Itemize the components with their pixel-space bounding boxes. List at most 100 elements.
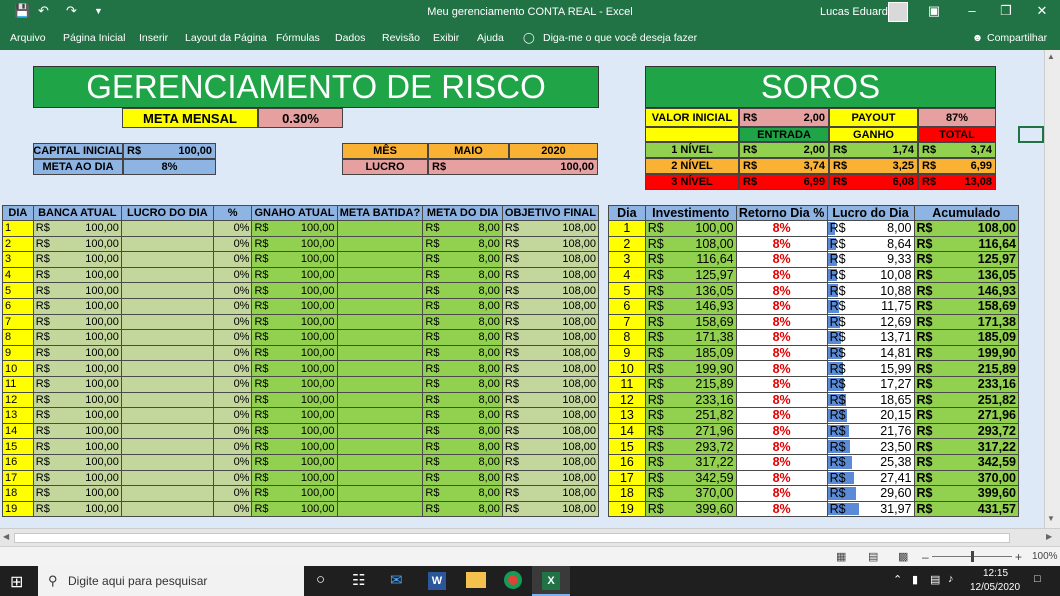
zoom-slider-handle[interactable] [971,551,974,562]
objetivo-cell[interactable]: R$ 108,00 [501,391,600,409]
objetivo-cell[interactable]: R$ 108,00 [501,407,600,424]
banca-cell[interactable]: R$ 100,00 [32,469,122,487]
lucro-dia-cell[interactable]: R$ 15,99 [826,360,915,377]
header-lucro-dia[interactable]: LUCRO DO DIA [120,205,214,221]
dia-cell[interactable]: 18 [608,485,646,502]
meta-dia-cell[interactable]: R$ 8,00 [422,297,503,315]
header-lucro-dia[interactable]: Lucro do Dia [826,205,915,221]
banca-cell[interactable]: R$ 100,00 [32,407,122,424]
meta-batida-cell[interactable] [336,407,424,424]
dia-cell[interactable]: 11 [608,375,646,393]
meta-batida-cell[interactable] [336,251,424,268]
banca-cell[interactable]: R$ 100,00 [32,220,122,237]
lucro-cell[interactable] [120,329,214,346]
header-ganho-atual[interactable]: GNAHO ATUAL [251,205,338,221]
banca-cell[interactable]: R$ 100,00 [32,266,122,284]
day-cell[interactable]: 4 [2,266,34,284]
dia-cell[interactable]: 3 [608,251,646,268]
lucro-cell[interactable] [120,391,214,409]
ganho-cell[interactable]: R$ 100,00 [251,375,338,393]
investimento-cell[interactable]: R$ 146,93 [644,297,737,315]
meta-dia-cell[interactable]: R$ 8,00 [422,266,503,284]
retorno-cell[interactable]: 8% [735,453,828,471]
dia-cell[interactable]: 17 [608,469,646,487]
share-button[interactable]: Compartilhar [987,32,1047,44]
percent-cell[interactable]: 0% [212,360,253,377]
acumulado-cell[interactable]: R$ 431,57 [913,500,1019,518]
objetivo-cell[interactable]: R$ 108,00 [501,438,600,455]
ganho-cell[interactable]: R$ 100,00 [251,235,338,253]
investimento-cell[interactable]: R$ 215,89 [644,375,737,393]
tray-chevron-icon[interactable]: ⌃ [893,573,902,586]
percent-cell[interactable]: 0% [212,375,253,393]
tab-inserir[interactable]: Inserir [139,32,168,44]
objetivo-cell[interactable]: R$ 108,00 [501,485,600,502]
taskbar-search[interactable]: ⚲ Digite aqui para pesquisar [38,566,304,596]
meta-dia-cell[interactable]: R$ 8,00 [422,438,503,455]
objetivo-cell[interactable]: R$ 108,00 [501,313,600,331]
investimento-cell[interactable]: R$ 108,00 [644,235,737,253]
day-cell[interactable]: 19 [2,500,34,518]
investimento-cell[interactable]: R$ 199,90 [644,360,737,377]
investimento-cell[interactable]: R$ 317,22 [644,453,737,471]
tab-dados[interactable]: Dados [335,32,365,44]
retorno-cell[interactable]: 8% [735,500,828,518]
investimento-cell[interactable]: R$ 100,00 [644,220,737,237]
banca-cell[interactable]: R$ 100,00 [32,391,122,409]
meta-batida-cell[interactable] [336,266,424,284]
dia-cell[interactable]: 13 [608,407,646,424]
tell-me-search[interactable]: Diga-me o que você deseja fazer [543,32,697,44]
acumulado-cell[interactable]: R$ 271,96 [913,407,1019,424]
worksheet[interactable]: GERENCIAMENTO DE RISCO META MENSAL 0.30%… [0,50,1060,528]
lucro-dia-cell[interactable]: R$ 8,00 [826,220,915,237]
ganho-cell[interactable]: R$ 100,00 [251,329,338,346]
ribbon-display-icon[interactable]: ▣ [922,3,946,19]
meta-dia-cell[interactable]: R$ 8,00 [422,407,503,424]
dia-cell[interactable]: 8 [608,329,646,346]
header-acumulado[interactable]: Acumulado [913,205,1019,221]
tab-formulas[interactable]: Fórmulas [276,32,320,44]
capital-inicial-value[interactable]: R$ 100,00 [123,143,216,159]
meta-dia-cell[interactable]: R$ 8,00 [422,485,503,502]
tab-ajuda[interactable]: Ajuda [477,32,504,44]
meta-dia-cell[interactable]: R$ 8,00 [422,453,503,471]
header-dia[interactable]: Dia [608,205,646,221]
retorno-cell[interactable]: 8% [735,220,828,237]
minimize-icon[interactable]: – [960,3,984,18]
acumulado-cell[interactable]: R$ 293,72 [913,422,1019,440]
lucro-dia-cell[interactable]: R$ 11,75 [826,297,915,315]
dia-cell[interactable]: 16 [608,453,646,471]
ganho-cell[interactable]: R$ 100,00 [251,297,338,315]
lucro-dia-cell[interactable]: R$ 10,88 [826,282,915,299]
banca-cell[interactable]: R$ 100,00 [32,453,122,471]
lucro-dia-cell[interactable]: R$ 10,08 [826,266,915,284]
lucro-dia-cell[interactable]: R$ 17,27 [826,375,915,393]
banca-cell[interactable]: R$ 100,00 [32,375,122,393]
retorno-cell[interactable]: 8% [735,313,828,331]
acumulado-cell[interactable]: R$ 199,90 [913,344,1019,362]
ano-value[interactable]: 2020 [509,143,598,159]
scroll-left-icon[interactable]: ◀ [3,532,9,541]
restore-icon[interactable]: ❐ [994,3,1018,19]
retorno-cell[interactable]: 8% [735,438,828,455]
acumulado-cell[interactable]: R$ 317,22 [913,438,1019,455]
meta-dia-cell[interactable]: R$ 8,00 [422,282,503,299]
retorno-cell[interactable]: 8% [735,266,828,284]
scroll-up-icon[interactable]: ▲ [1047,52,1055,61]
meta-batida-cell[interactable] [336,282,424,299]
percent-cell[interactable]: 0% [212,266,253,284]
ganho-cell[interactable]: R$ 100,00 [251,282,338,299]
ganho-cell[interactable]: R$ 100,00 [251,220,338,237]
banca-cell[interactable]: R$ 100,00 [32,500,122,518]
lucro-dia-cell[interactable]: R$ 9,33 [826,251,915,268]
ganho-cell[interactable]: R$ 100,00 [251,422,338,440]
percent-cell[interactable]: 0% [212,391,253,409]
retorno-cell[interactable]: 8% [735,251,828,268]
investimento-cell[interactable]: R$ 171,38 [644,329,737,346]
dia-cell[interactable]: 10 [608,360,646,377]
acumulado-cell[interactable]: R$ 108,00 [913,220,1019,237]
lucro-value[interactable]: R$ 100,00 [428,159,598,175]
objetivo-cell[interactable]: R$ 108,00 [501,220,600,237]
meta-batida-cell[interactable] [336,297,424,315]
lucro-cell[interactable] [120,469,214,487]
